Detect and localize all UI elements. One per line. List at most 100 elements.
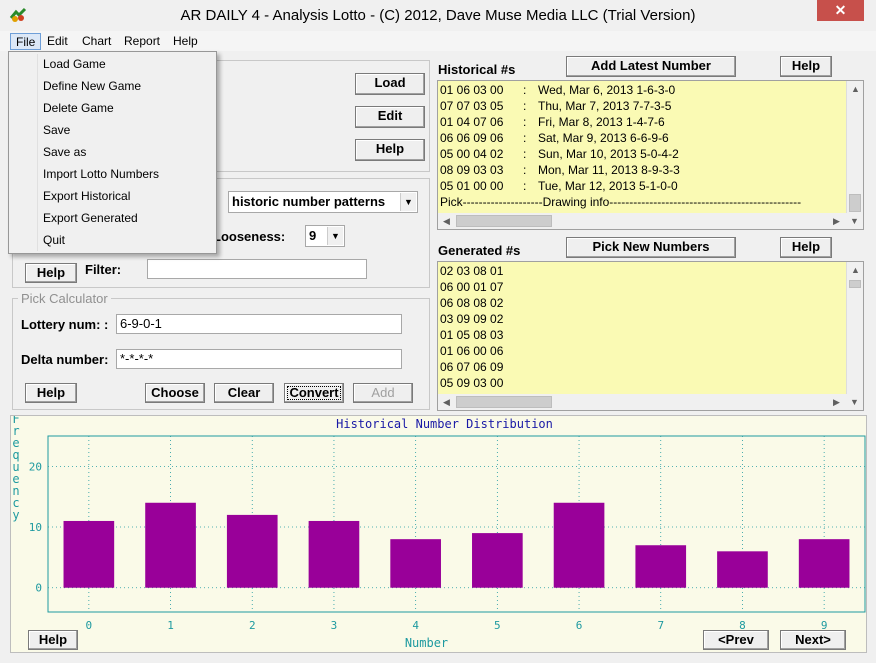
edit-button[interactable]: Edit	[355, 106, 425, 128]
generated-list[interactable]: 02 03 08 01 06 00 01 07 06 08 08 02 03 09 0…	[437, 261, 864, 411]
pattern-help-button[interactable]: Help	[25, 263, 77, 283]
menu-item-define-new-game[interactable]: Define New Game	[43, 79, 141, 93]
filter-input[interactable]	[147, 259, 367, 279]
generated-row[interactable]: 02 03 08 01	[440, 264, 503, 278]
pattern-select[interactable]: historic number patterns ▼	[228, 191, 418, 213]
chevron-down-icon[interactable]: ▼	[327, 227, 343, 245]
generated-hscroll[interactable]: ◀ ▶ ▼	[438, 394, 863, 410]
menu-item-load-game[interactable]: Load Game	[43, 57, 106, 71]
x-tick-label: 2	[249, 619, 256, 632]
generated-row[interactable]: 06 08 08 02	[440, 296, 503, 310]
load-button[interactable]: Load	[355, 73, 425, 95]
prev-button[interactable]: <Prev	[703, 630, 769, 650]
scroll-right-icon[interactable]: ▶	[828, 394, 845, 410]
historical-row-separator: :	[523, 179, 527, 193]
historical-row-numbers: 05 01 00 00	[440, 179, 504, 193]
convert-button[interactable]: Convert	[284, 383, 344, 403]
menu-file[interactable]: File	[10, 33, 42, 50]
x-axis-label: Number	[405, 636, 448, 650]
historical-row-info: Wed, Mar 6, 2013 1-6-3-0	[538, 83, 676, 97]
x-tick-label: 1	[167, 619, 174, 632]
menu-item-export-historical[interactable]: Export Historical	[43, 189, 130, 203]
historical-help-button[interactable]: Help	[780, 56, 832, 77]
title-bar: AR DAILY 4 - Analysis Lotto - (C) 2012, …	[0, 0, 876, 31]
historical-row-separator: :	[523, 131, 527, 145]
scroll-left-icon[interactable]: ◀	[438, 394, 455, 410]
clear-button[interactable]: Clear	[214, 383, 274, 403]
looseness-select[interactable]: 9 ▼	[305, 225, 345, 247]
x-tick-label: 4	[412, 619, 419, 632]
menu-help[interactable]: Help	[168, 33, 203, 50]
historical-row-info: Tue, Mar 12, 2013 5-1-0-0	[538, 179, 678, 193]
menu-report[interactable]: Report	[119, 33, 165, 50]
menu-edit[interactable]: Edit	[42, 33, 73, 50]
y-tick-label: 10	[29, 521, 42, 534]
historical-row-numbers: 06 06 09 06	[440, 131, 504, 145]
bar-0	[63, 520, 115, 588]
historical-label: Historical #s	[438, 62, 516, 77]
scroll-right-icon[interactable]: ▶	[828, 213, 845, 229]
generated-row[interactable]: 05 09 03 00	[440, 376, 503, 390]
menu-bar: File Edit Chart Report Help	[0, 31, 876, 51]
chart-help-button[interactable]: Help	[28, 630, 78, 650]
scroll-thumb[interactable]	[849, 280, 861, 288]
scroll-down-icon[interactable]: ▼	[846, 394, 863, 410]
historical-row-separator: :	[523, 99, 527, 113]
historical-vscroll[interactable]: ▲	[846, 81, 863, 213]
scroll-thumb[interactable]	[456, 396, 552, 408]
add-button[interactable]: Add	[353, 383, 413, 403]
scroll-up-icon[interactable]: ▲	[847, 81, 863, 98]
generated-row[interactable]: 03 09 09 02	[440, 312, 503, 326]
scroll-thumb[interactable]	[456, 215, 552, 227]
menu-item-delete-game[interactable]: Delete Game	[43, 101, 114, 115]
game-help-button[interactable]: Help	[355, 139, 425, 161]
historical-row-info: Fri, Mar 8, 2013 1-4-7-6	[538, 115, 665, 129]
historical-list[interactable]: 01 06 03 00: Wed, Mar 6, 2013 1-6-3-0 07 0…	[437, 80, 864, 230]
menu-chart[interactable]: Chart	[77, 33, 116, 50]
historical-row-numbers: 01 06 03 00	[440, 83, 504, 97]
x-tick-label: 7	[657, 619, 664, 632]
historical-row-info: Sun, Mar 10, 2013 5-0-4-2	[538, 147, 679, 161]
x-tick-label: 3	[331, 619, 338, 632]
next-button[interactable]: Next>	[780, 630, 846, 650]
pick-calculator-caption: Pick Calculator	[18, 291, 111, 306]
menu-item-save[interactable]: Save	[43, 123, 70, 137]
delta-number-input[interactable]: *-*-*-*	[116, 349, 402, 369]
bar-5	[472, 533, 523, 588]
scroll-left-icon[interactable]: ◀	[438, 213, 455, 229]
add-latest-number-button[interactable]: Add Latest Number	[566, 56, 736, 77]
scroll-thumb[interactable]	[849, 194, 861, 212]
lottery-num-label: Lottery num: :	[21, 317, 109, 332]
generated-row[interactable]: 01 06 00 06	[440, 344, 503, 358]
pick-calculator-panel: Pick Calculator Lottery num: : 6-9-0-1 D…	[12, 291, 430, 410]
generated-row[interactable]: 06 00 01 07	[440, 280, 503, 294]
x-tick-label: 5	[494, 619, 501, 632]
y-tick-label: 20	[29, 460, 42, 473]
scroll-down-icon[interactable]: ▼	[846, 213, 863, 229]
bar-1	[145, 502, 196, 588]
menu-item-quit[interactable]: Quit	[43, 233, 65, 247]
bar-8	[717, 551, 768, 588]
historical-hscroll[interactable]: ◀ ▶ ▼	[438, 213, 863, 229]
filter-label: Filter:	[85, 262, 122, 277]
bar-9	[798, 539, 850, 588]
chart-panel: 0 1 2 3 4 5 6 7 8 9 0 10 20 Historical Number Distrib…	[10, 415, 867, 653]
menu-item-save-as[interactable]: Save as	[43, 145, 86, 159]
close-button[interactable]: ✕	[817, 0, 864, 21]
historical-row-info: Thu, Mar 7, 2013 7-7-3-5	[538, 99, 672, 113]
historical-row-separator: :	[523, 147, 527, 161]
generated-help-button[interactable]: Help	[780, 237, 832, 258]
pattern-select-value: historic number patterns	[232, 194, 386, 209]
menu-item-import-lotto-numbers[interactable]: Import Lotto Numbers	[43, 167, 159, 181]
chevron-down-icon[interactable]: ▼	[400, 193, 416, 211]
looseness-select-value: 9	[309, 228, 317, 243]
scroll-up-icon[interactable]: ▲	[847, 262, 863, 279]
generated-row[interactable]: 06 07 06 09	[440, 360, 503, 374]
pick-new-numbers-button[interactable]: Pick New Numbers	[566, 237, 736, 258]
choose-button[interactable]: Choose	[145, 383, 205, 403]
lottery-num-input[interactable]: 6-9-0-1	[116, 314, 402, 334]
generated-vscroll[interactable]: ▲	[846, 262, 863, 394]
calc-help-button[interactable]: Help	[25, 383, 77, 403]
generated-row[interactable]: 01 05 08 03	[440, 328, 503, 342]
menu-item-export-generated[interactable]: Export Generated	[43, 211, 138, 225]
